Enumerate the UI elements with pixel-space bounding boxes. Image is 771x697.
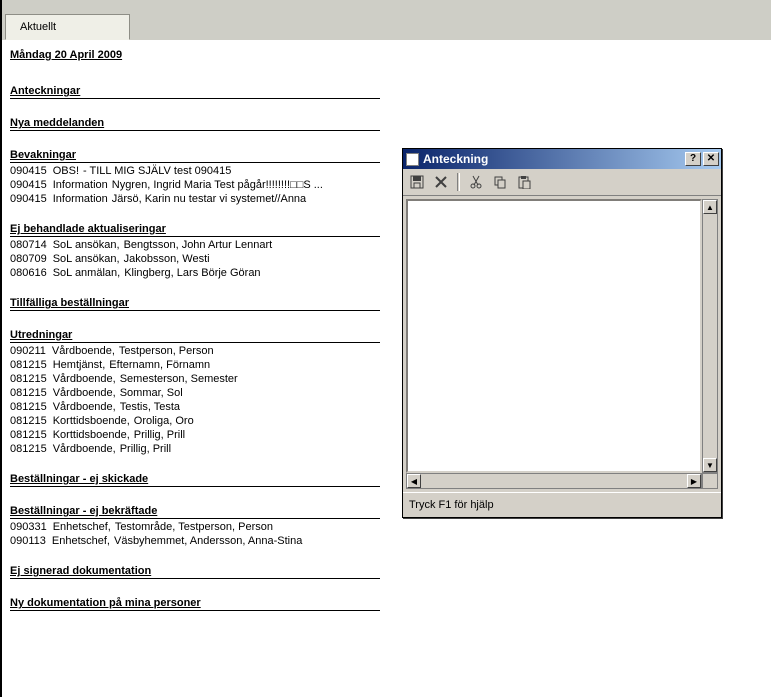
section-utredningar: Utredningar — [10, 329, 380, 343]
list-item[interactable]: 090415InformationJärsö, Karin nu testar … — [10, 193, 390, 205]
save-icon[interactable] — [407, 172, 427, 192]
section-ej-signerad: Ej signerad dokumentation — [10, 565, 380, 579]
list-item[interactable]: 081215Korttidsboende,Oroliga, Oro — [10, 415, 390, 427]
toolbar-separator — [457, 173, 460, 191]
list-item[interactable]: 081215Vårdboende,Sommar, Sol — [10, 387, 390, 399]
page-date: Måndag 20 April 2009 — [10, 49, 390, 61]
status-text: Tryck F1 för hjälp — [409, 499, 494, 511]
vertical-scrollbar[interactable]: ▲ ▼ — [702, 199, 718, 473]
dialog-toolbar — [403, 169, 721, 196]
note-icon — [406, 153, 419, 166]
scroll-left-icon[interactable]: ◀ — [407, 474, 421, 488]
scroll-right-icon[interactable]: ▶ — [687, 474, 701, 488]
section-best-ej-skickade: Beställningar - ej skickade — [10, 473, 380, 487]
section-ej-behandlade: Ej behandlade aktualiseringar — [10, 223, 380, 237]
scroll-down-icon[interactable]: ▼ — [703, 458, 717, 472]
section-nya-meddelanden: Nya meddelanden — [10, 117, 380, 131]
note-textarea[interactable] — [406, 199, 702, 473]
tab-bar: Aktuellt — [2, 0, 771, 41]
list-item[interactable]: 090415OBS!- TILL MIG SJÄLV test 090415 — [10, 165, 390, 177]
anteckning-dialog: Anteckning ? ✕ ▲ — [402, 148, 722, 518]
list-item[interactable]: 090211Vårdboende,Testperson, Person — [10, 345, 390, 357]
scroll-up-icon[interactable]: ▲ — [703, 200, 717, 214]
dialog-title: Anteckning — [423, 152, 683, 166]
help-button[interactable]: ? — [685, 152, 701, 166]
list-item[interactable]: 090331Enhetschef,Testområde, Testperson,… — [10, 521, 390, 533]
scroll-corner — [702, 473, 718, 489]
delete-icon[interactable] — [431, 172, 451, 192]
section-ny-dok: Ny dokumentation på mina personer — [10, 597, 380, 611]
list-item[interactable]: 090113Enhetschef,Väsbyhemmet, Andersson,… — [10, 535, 390, 547]
paste-icon[interactable] — [514, 172, 534, 192]
cut-icon[interactable] — [466, 172, 486, 192]
list-item[interactable]: 081215Vårdboende,Prillig, Prill — [10, 443, 390, 455]
list-item[interactable]: 081215Hemtjänst,Efternamn, Förnamn — [10, 359, 390, 371]
list-item[interactable]: 080616SoL anmälan,Klingberg, Lars Börje … — [10, 267, 390, 279]
list-item[interactable]: 081215Vårdboende,Testis, Testa — [10, 401, 390, 413]
copy-icon[interactable] — [490, 172, 510, 192]
dialog-statusbar: Tryck F1 för hjälp — [403, 492, 721, 517]
section-bevakningar: Bevakningar — [10, 149, 380, 163]
tab-aktuellt[interactable]: Aktuellt — [5, 14, 130, 40]
close-button[interactable]: ✕ — [703, 152, 719, 166]
list-item[interactable]: 080709SoL ansökan,Jakobsson, Westi — [10, 253, 390, 265]
list-item[interactable]: 081215Korttidsboende,Prillig, Prill — [10, 429, 390, 441]
section-best-ej-bekraftade: Beställningar - ej bekräftade — [10, 505, 380, 519]
list-item[interactable]: 081215Vårdboende,Semesterson, Semester — [10, 373, 390, 385]
editor-area: ▲ ▼ ◀ ▶ — [406, 199, 718, 489]
list-item[interactable]: 080714SoL ansökan,Bengtsson, John Artur … — [10, 239, 390, 251]
horizontal-scrollbar[interactable]: ◀ ▶ — [406, 473, 702, 489]
list-item[interactable]: 090415InformationNygren, Ingrid Maria Te… — [10, 179, 390, 191]
section-tillfalliga: Tillfälliga beställningar — [10, 297, 380, 311]
dialog-titlebar[interactable]: Anteckning ? ✕ — [403, 149, 721, 169]
section-anteckningar: Anteckningar — [10, 85, 380, 99]
app-window: Aktuellt Måndag 20 April 2009 Anteckning… — [0, 0, 771, 697]
